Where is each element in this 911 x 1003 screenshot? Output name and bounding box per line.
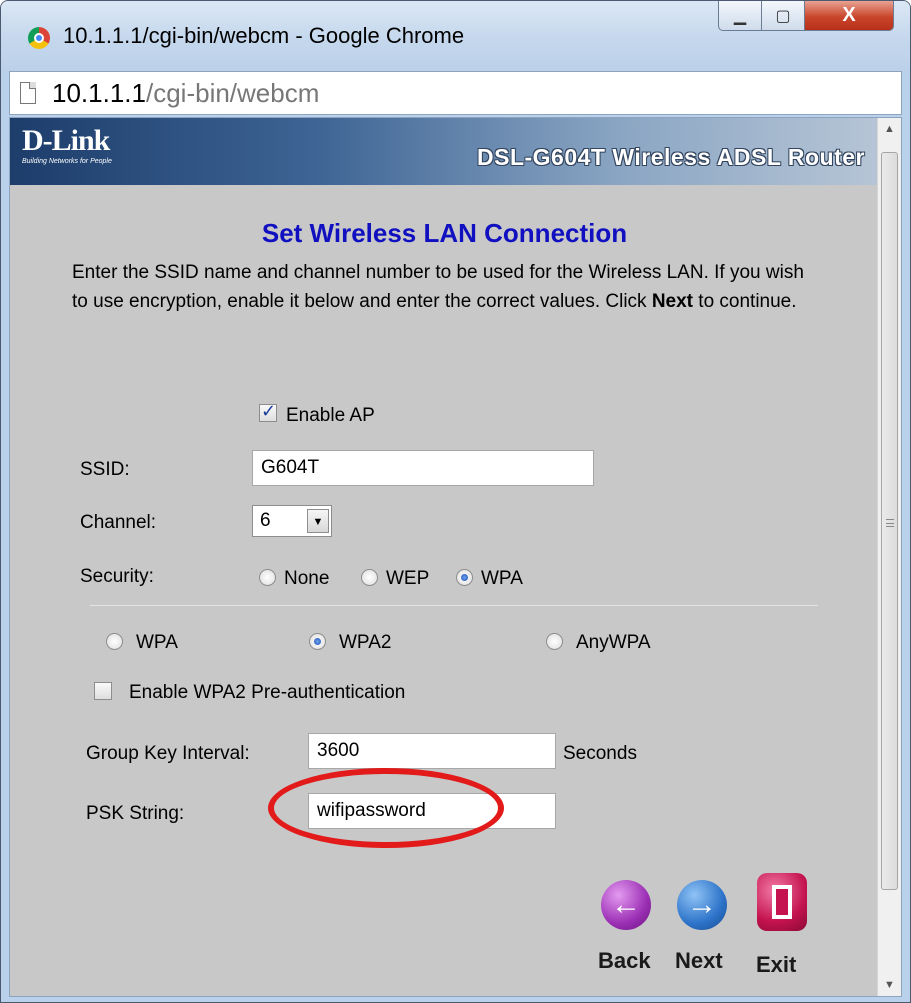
back-button[interactable]: ← — [601, 880, 651, 930]
next-button[interactable]: → — [677, 880, 727, 930]
dlink-logo: D-Link — [22, 124, 110, 157]
preauth-label: Enable WPA2 Pre-authentication — [129, 682, 406, 703]
minimize-button[interactable]: ▁ — [718, 1, 762, 31]
arrow-right-icon: → — [687, 888, 717, 921]
vertical-scrollbar[interactable]: ▲ ▼ — [877, 118, 901, 996]
group-key-interval-input[interactable]: 3600 — [308, 733, 556, 769]
exit-label[interactable]: Exit — [756, 952, 796, 978]
mode-wpa-label: WPA — [136, 632, 178, 653]
url-host: 10.1.1.1 — [52, 78, 146, 108]
mode-anywpa-label: AnyWPA — [576, 632, 651, 653]
dlink-tagline: Building Networks for People — [22, 158, 112, 165]
title-bar: 10.1.1.1/cgi-bin/webcm - Google Chrome ▁… — [1, 1, 910, 71]
security-wpa-label: WPA — [481, 568, 523, 589]
group-key-interval-label: Group Key Interval: — [86, 743, 250, 764]
browser-window: 10.1.1.1/cgi-bin/webcm - Google Chrome ▁… — [0, 0, 911, 1003]
security-none-radio[interactable] — [259, 569, 276, 586]
address-bar[interactable]: 10.1.1.1/cgi-bin/webcm — [9, 71, 902, 115]
url-text[interactable]: 10.1.1.1/cgi-bin/webcm — [52, 78, 319, 109]
close-button[interactable]: X — [804, 1, 894, 31]
window-title: 10.1.1.1/cgi-bin/webcm - Google Chrome — [63, 23, 465, 48]
channel-value: 6 — [260, 510, 271, 531]
instructions-next-bold: Next — [651, 291, 694, 312]
router-model-title: DSL-G604T Wireless ADSL Router — [477, 144, 865, 170]
security-wep-label: WEP — [386, 568, 430, 589]
channel-label: Channel: — [80, 512, 157, 533]
page-viewport: D-Link Building Networks for People DSL-… — [9, 117, 902, 997]
security-none-label: None — [284, 568, 330, 589]
security-label: Security: — [80, 566, 154, 587]
enable-ap-checkbox[interactable] — [259, 401, 277, 422]
back-label[interactable]: Back — [598, 948, 651, 974]
preauth-checkbox[interactable] — [94, 682, 112, 700]
enable-ap-label: Enable AP — [286, 405, 375, 426]
chrome-logo-icon — [28, 27, 50, 49]
arrow-left-icon: ← — [611, 888, 641, 921]
section-divider — [90, 605, 818, 606]
door-icon — [772, 885, 792, 919]
psk-highlight-annotation — [268, 768, 504, 848]
url-path: /cgi-bin/webcm — [145, 78, 320, 108]
exit-button[interactable] — [757, 873, 807, 931]
mode-anywpa-radio[interactable] — [546, 633, 563, 650]
dropdown-arrow-icon[interactable]: ▼ — [307, 509, 329, 533]
security-wpa-radio[interactable] — [456, 569, 473, 586]
router-header: D-Link Building Networks for People DSL-… — [10, 118, 879, 185]
mode-wpa-radio[interactable] — [106, 633, 123, 650]
channel-select[interactable]: 6 ▼ — [252, 505, 332, 537]
ssid-label: SSID: — [80, 459, 130, 480]
page-title: Set Wireless LAN Connection — [261, 218, 628, 248]
psk-string-label: PSK String: — [86, 803, 185, 824]
maximize-button[interactable]: ▢ — [761, 1, 805, 31]
instructions-suffix: to continue. — [693, 291, 797, 312]
seconds-unit-label: Seconds — [563, 743, 637, 764]
instructions-text: Enter the SSID name and channel number t… — [72, 258, 822, 316]
mode-wpa2-radio[interactable] — [309, 633, 326, 650]
ssid-input[interactable]: G604T — [252, 450, 594, 486]
next-label[interactable]: Next — [675, 948, 723, 974]
mode-wpa2-label: WPA2 — [339, 632, 392, 653]
page-icon — [20, 82, 36, 104]
grip-icon — [886, 519, 894, 527]
scroll-up-icon[interactable]: ▲ — [878, 118, 901, 140]
security-wep-radio[interactable] — [361, 569, 378, 586]
scroll-down-icon[interactable]: ▼ — [878, 974, 901, 996]
scrollbar-thumb[interactable] — [881, 152, 898, 890]
